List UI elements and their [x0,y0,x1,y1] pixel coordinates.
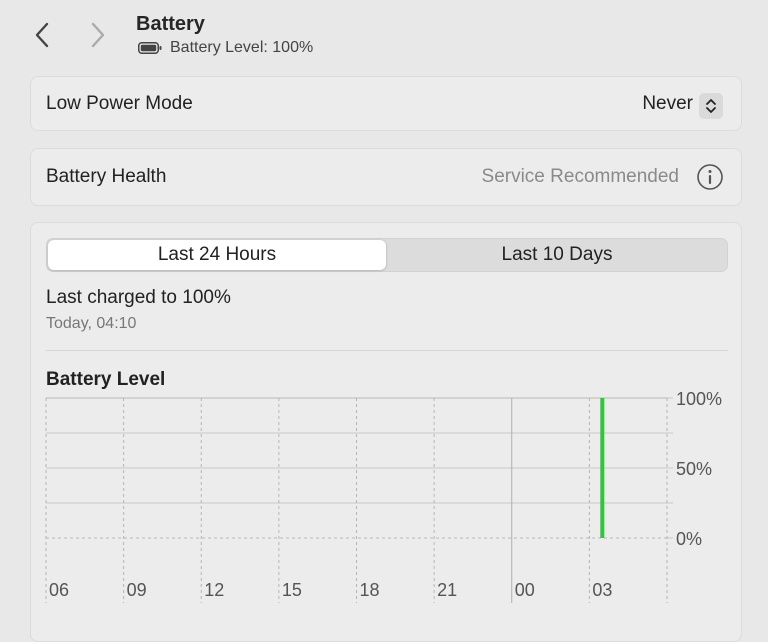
chart-y-tick-label: 0% [676,529,702,549]
battery-health-row: Battery Health Service Recommended [30,148,742,206]
chevron-right-icon [91,22,105,48]
chart-x-tick-label: 18 [360,580,380,600]
chart-x-tick-label: 12 [204,580,224,600]
chart-x-tick-label: 03 [592,580,612,600]
battery-health-status: Service Recommended [481,166,679,187]
battery-level-subtitle: Battery Level: 100% [138,39,313,57]
chart-x-tick-label: 15 [282,580,302,600]
battery-level-text: Battery Level: 100% [170,39,314,56]
info-icon[interactable] [696,163,724,191]
battery-usage-card: Last 24 Hours Last 10 Days Last charged … [30,222,742,642]
low-power-mode-label: Low Power Mode [46,93,193,114]
chart-y-tick-label: 100% [676,389,722,409]
chart-bar [600,398,605,538]
chart-x-tick-label: 21 [437,580,457,600]
low-power-mode-stepper[interactable] [699,93,723,119]
chart-x-tick-label: 09 [127,580,147,600]
low-power-mode-row: Low Power Mode Never [30,76,742,131]
battery-level-chart: 06 09 12 15 18 21 00 03 100% 50% 0% [45,389,722,603]
chart-y-tick-label: 50% [676,459,712,479]
chevron-left-icon [35,22,49,48]
battery-full-icon [138,42,162,54]
back-button[interactable] [28,18,56,52]
chart-x-tick-label: 06 [49,580,69,600]
low-power-mode-value[interactable]: Never [642,93,693,115]
page-title: Battery [136,13,205,35]
battery-health-label: Battery Health [46,166,167,187]
chevron-updown-icon [706,99,716,113]
forward-button[interactable] [84,18,112,52]
chart-x-tick-label: 00 [515,580,535,600]
